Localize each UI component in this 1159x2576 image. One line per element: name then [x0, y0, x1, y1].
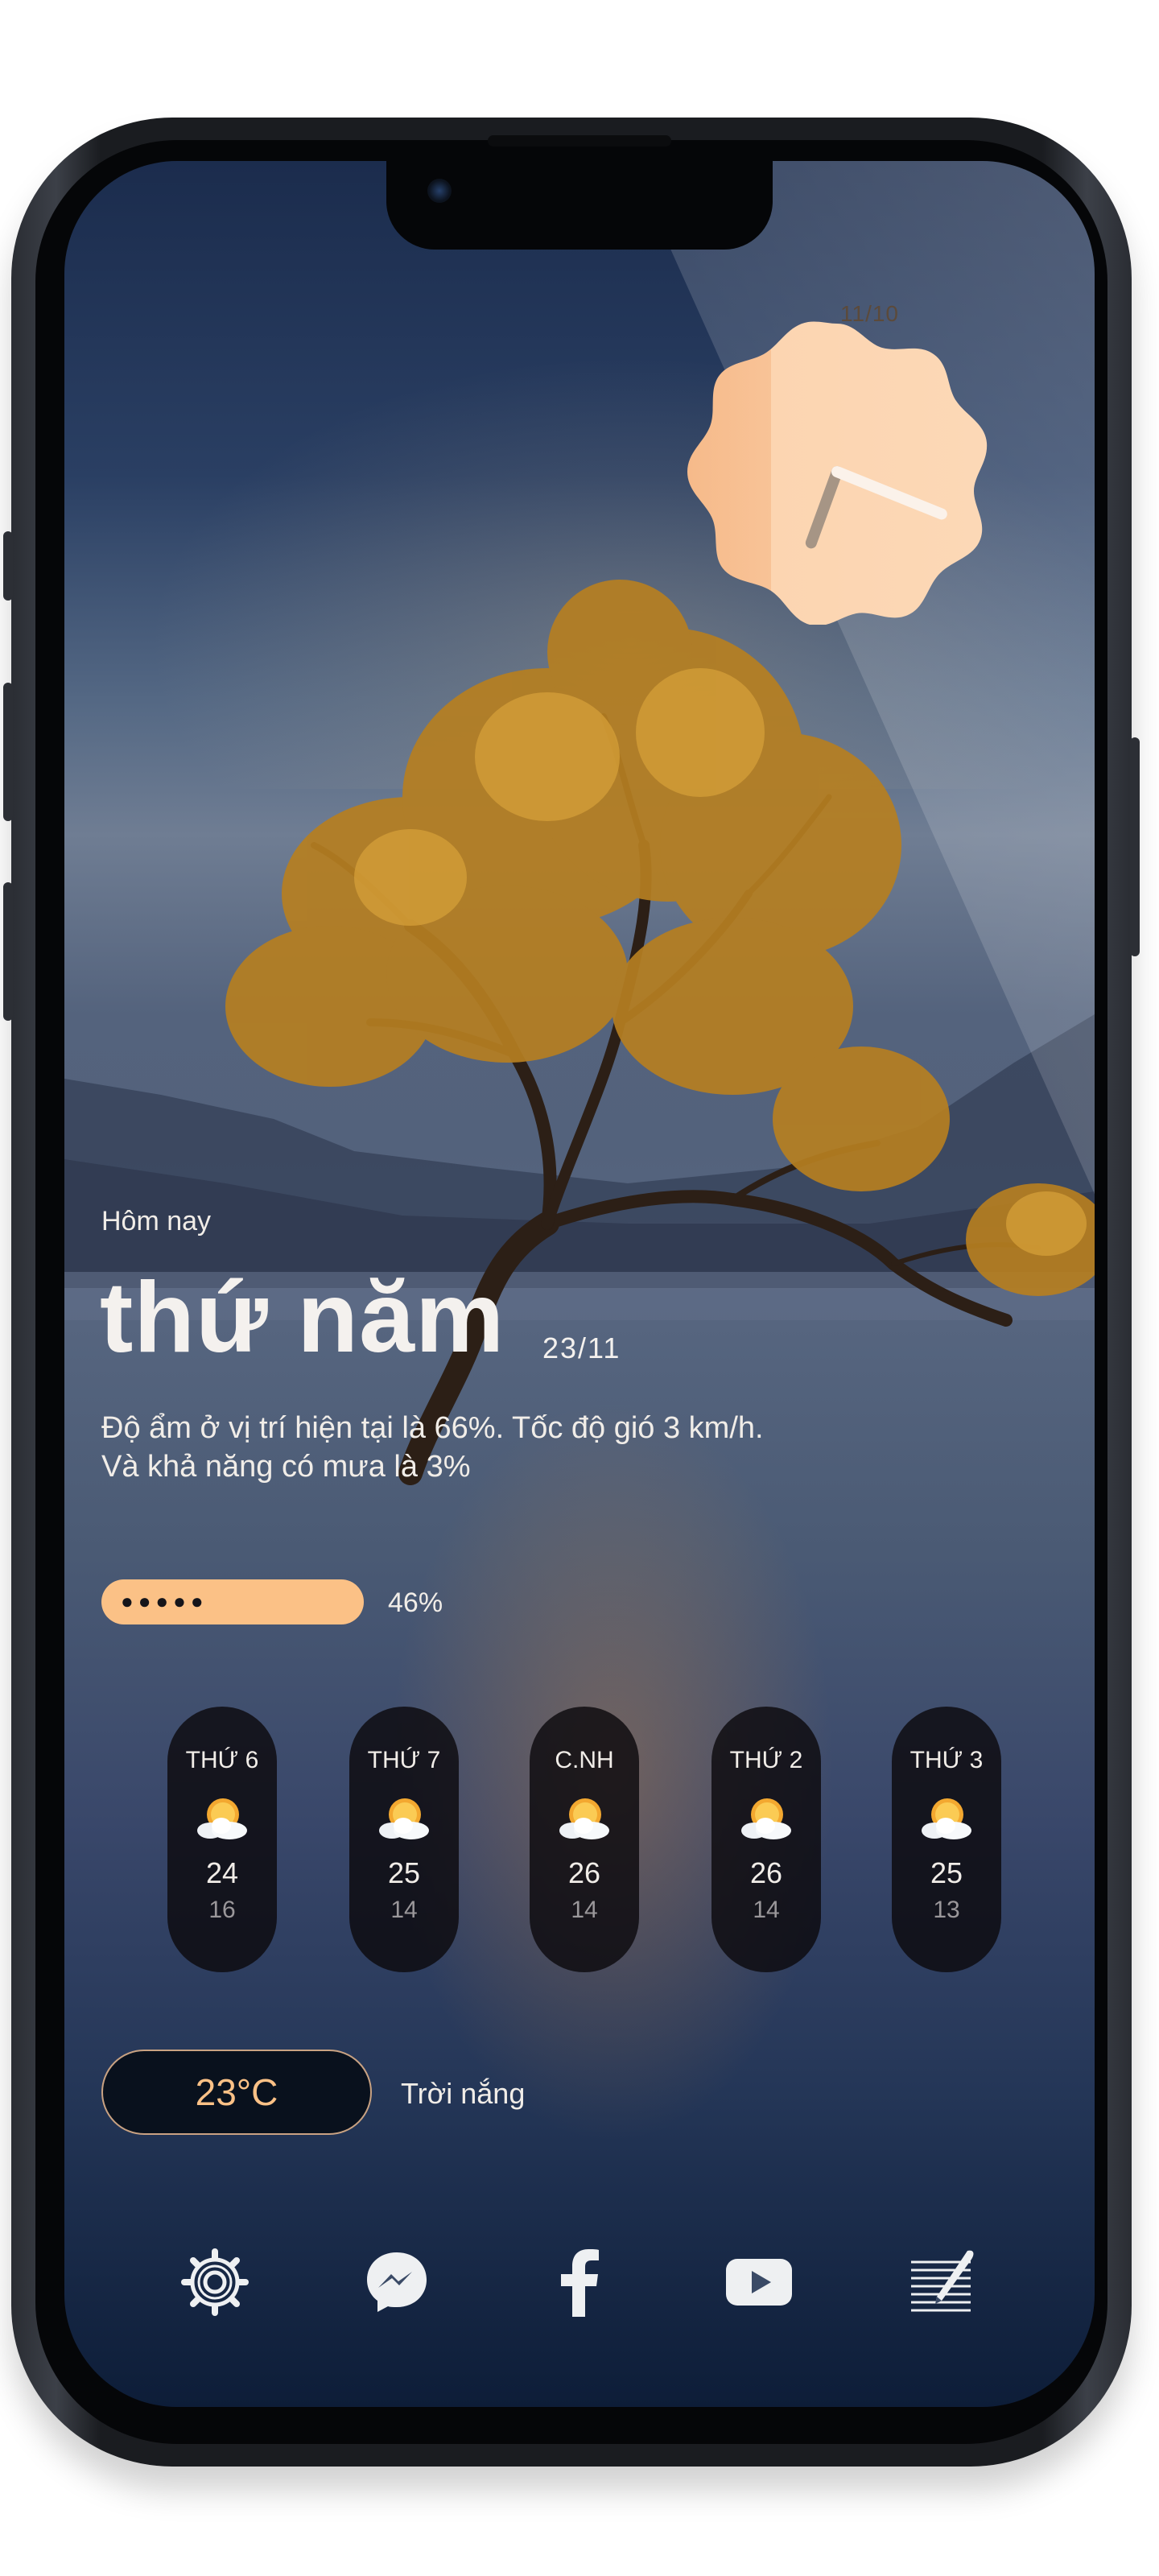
forecast-high: 26: [749, 1856, 783, 1889]
facebook-icon: [561, 2249, 599, 2317]
forecast-low: 14: [571, 1897, 598, 1923]
today-label: Hôm nay: [101, 1206, 212, 1236]
forecast-day-label: THỨ 2: [729, 1747, 803, 1773]
notes-app[interactable]: [905, 2246, 977, 2318]
volume-up-button: [3, 683, 13, 821]
settings-app[interactable]: [179, 2246, 251, 2318]
front-camera: [427, 179, 452, 203]
forecast-day-label: THỨ 7: [367, 1747, 441, 1773]
forecast-high: 26: [567, 1856, 601, 1889]
power-button: [1130, 737, 1140, 956]
date: 23/11: [542, 1331, 621, 1364]
battery-dots: ●●●●●: [121, 1589, 208, 1613]
forecast-day-2[interactable]: THỨ 7 25 14: [349, 1707, 459, 1972]
forecast-day-label: THỨ 6: [185, 1747, 259, 1773]
sun-cloud-icon: [197, 1798, 247, 1839]
gear-icon: [181, 2248, 249, 2316]
forecast-low: 13: [933, 1897, 960, 1923]
current-temperature[interactable]: 23°C: [101, 2050, 372, 2135]
forecast-day-1[interactable]: THỨ 6 24 16: [167, 1707, 277, 1972]
clock-date: 11/10: [840, 301, 899, 326]
forecast-day-3[interactable]: C.NH 26 14: [530, 1707, 639, 1972]
forecast-high: 24: [205, 1856, 239, 1889]
sun-cloud-icon: [379, 1798, 429, 1839]
earpiece-speaker: [488, 135, 671, 147]
description-line-1: Độ ẩm ở vị trí hiện tại là 66%. Tốc độ g…: [101, 1411, 764, 1445]
battery-percentage: 46%: [388, 1587, 443, 1618]
messenger-app[interactable]: [361, 2246, 433, 2318]
volume-down-button: [3, 882, 13, 1021]
weather-condition: Trời nắng: [401, 2077, 526, 2110]
forecast-day-label: THỨ 3: [909, 1747, 984, 1773]
forecast-high: 25: [930, 1856, 963, 1889]
forecast-high: 25: [387, 1856, 421, 1889]
day-of-week: thứ năm: [100, 1262, 505, 1373]
battery-bar: ●●●●●: [101, 1579, 364, 1624]
forecast-day-label: C.NH: [555, 1747, 614, 1773]
sun-cloud-icon: [922, 1798, 971, 1839]
sun-cloud-icon: [559, 1798, 609, 1839]
forecast-low: 14: [753, 1897, 780, 1923]
clock-widget[interactable]: [684, 319, 990, 625]
description-line-2: Và khả năng có mưa là 3%: [101, 1450, 471, 1484]
temperature-value: 23°C: [195, 2071, 278, 2113]
forecast-low: 16: [208, 1897, 236, 1923]
facebook-app[interactable]: [542, 2246, 615, 2318]
forecast-day-5[interactable]: THỨ 3 25 13: [892, 1707, 1001, 1972]
forecast-day-4[interactable]: THỨ 2 26 14: [711, 1707, 821, 1972]
notes-icon: [911, 2250, 974, 2312]
sun-cloud-icon: [741, 1798, 791, 1839]
notch: [386, 161, 773, 250]
silent-switch: [3, 531, 13, 601]
weather-description: Độ ẩm ở vị trí hiện tại là 66%. Tốc độ g…: [101, 1409, 906, 1486]
forecast-low: 14: [390, 1897, 418, 1923]
youtube-app[interactable]: [723, 2246, 795, 2318]
youtube-icon: [726, 2259, 792, 2306]
messenger-icon: [367, 2252, 427, 2312]
